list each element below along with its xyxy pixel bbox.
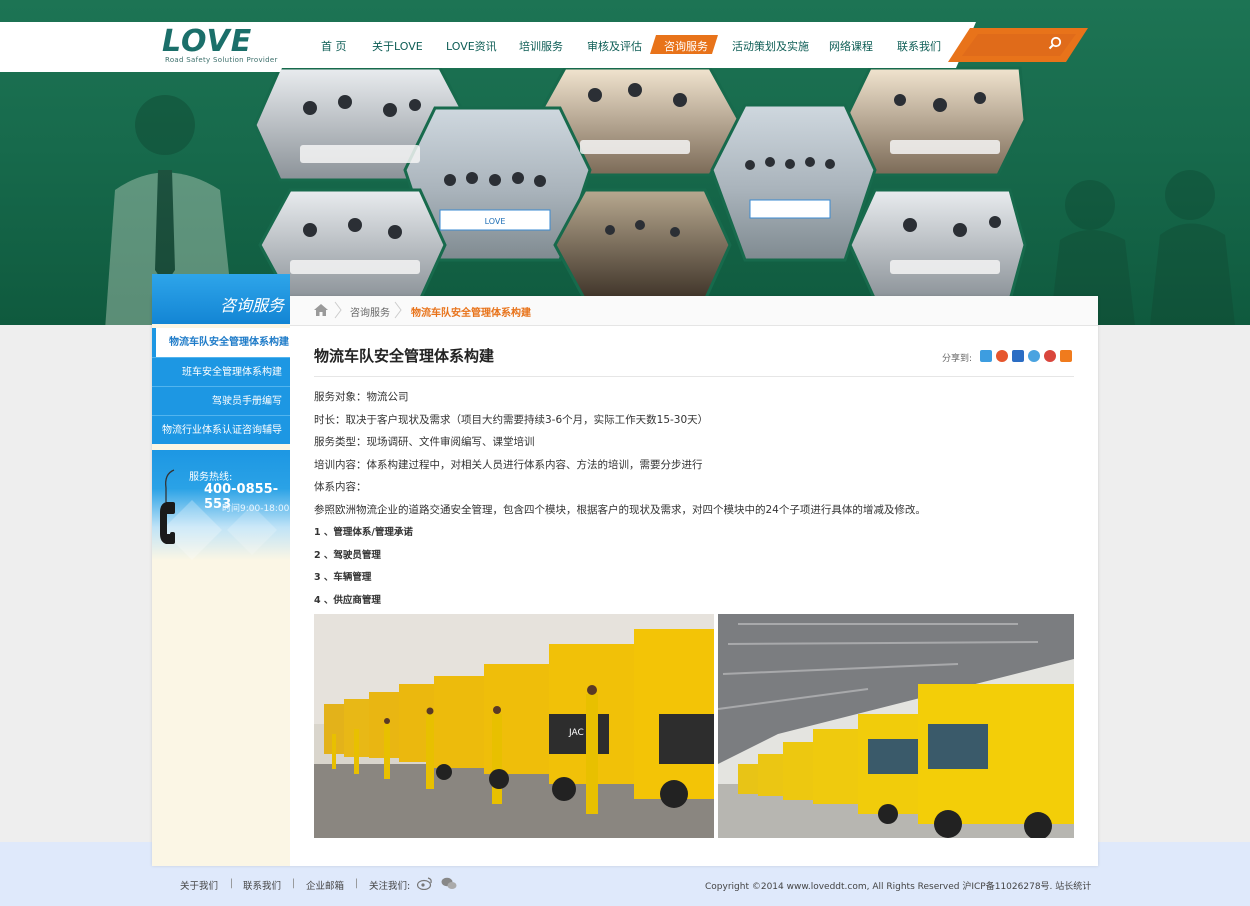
sidebar: 咨询服务 物流车队安全管理体系构建 班车安全管理体系构建 驾驶员手册编写 物流行… xyxy=(152,274,290,866)
system-content-heading: 体系内容： xyxy=(314,481,367,493)
tencent-share-icon[interactable] xyxy=(1028,350,1040,362)
sidebar-item-shuttle-bus[interactable]: 班车安全管理体系构建 xyxy=(152,357,290,386)
logo-panel xyxy=(0,22,305,72)
chevron-right-icon xyxy=(394,301,402,319)
service-type: 服务类型：现场调研、文件审阅编写、课堂培训 xyxy=(314,436,535,448)
nav-consulting[interactable]: 咨询服务 xyxy=(664,38,708,54)
system-description: 参照欧洲物流企业的道路交通安全管理，包含四个模块，根据客户的现状及需求，对四个模… xyxy=(314,504,926,516)
nav-training[interactable]: 培训服务 xyxy=(519,38,563,54)
hotline-label: 服务热线: xyxy=(189,472,233,483)
wechat-icon[interactable] xyxy=(441,877,457,890)
nav-news[interactable]: LOVE资讯 xyxy=(446,38,497,54)
renren-share-icon[interactable] xyxy=(1012,350,1024,362)
nav-audit[interactable]: 审核及评估 xyxy=(587,38,642,54)
kaixin-share-icon[interactable] xyxy=(1044,350,1056,362)
module-item: 4 、供应商管理 xyxy=(314,595,381,606)
training-content: 培训内容：体系构建过程中，对相关人员进行体系内容、方法的培训，需要分步进行 xyxy=(314,459,703,471)
nav-about[interactable]: 关于LOVE xyxy=(372,38,423,54)
footer-link-about[interactable]: 关于我们 xyxy=(180,878,218,892)
truck-badge: JAC xyxy=(568,728,584,738)
sidebar-menu: 物流车队安全管理体系构建 班车安全管理体系构建 驾驶员手册编写 物流行业体系认证… xyxy=(152,328,290,444)
footer-separator: | xyxy=(230,878,234,889)
more-share-icon[interactable] xyxy=(1060,350,1072,362)
footer-follow-label: 关注我们: xyxy=(369,881,411,892)
module-item: 2 、驾驶员管理 xyxy=(314,550,381,561)
top-navigation: LOVE Road Safety Solution Provider 首 页 关… xyxy=(0,22,1090,72)
banner-sign-text: LOVE xyxy=(485,217,506,226)
breadcrumb: 咨询服务 物流车队安全管理体系构建 xyxy=(290,296,1098,326)
footer-separator: | xyxy=(292,878,296,889)
sidebar-title: 咨询服务 xyxy=(219,296,284,315)
footer-separator: | xyxy=(355,878,359,889)
trucks-depot-photo xyxy=(718,614,1074,838)
logo[interactable]: LOVE xyxy=(162,24,252,59)
title-divider xyxy=(314,376,1074,377)
main-menu: 首 页 关于LOVE LOVE资讯 培训服务 审核及评估 咨询服务 活动策划及实… xyxy=(298,22,978,68)
nav-contact[interactable]: 联系我们 xyxy=(897,38,941,54)
weibo-share-icon[interactable] xyxy=(996,350,1008,362)
hotline-hours: 时间9:00-18:00 xyxy=(222,504,290,514)
weibo-icon[interactable] xyxy=(417,877,433,890)
trucks-lineup-photo: JAC xyxy=(314,614,714,838)
chevron-right-icon xyxy=(334,301,342,319)
sidebar-item-certification[interactable]: 物流行业体系认证咨询辅导 xyxy=(152,415,290,444)
nav-home[interactable]: 首 页 xyxy=(321,38,347,54)
qzone-share-icon[interactable] xyxy=(980,350,992,362)
breadcrumb-parent[interactable]: 咨询服务 xyxy=(350,304,390,319)
search-box[interactable] xyxy=(948,28,1088,62)
banner-photo-collage: LOVE xyxy=(253,66,1027,302)
sidebar-header: 咨询服务 xyxy=(152,274,290,324)
search-icon[interactable] xyxy=(1048,36,1062,50)
footer-link-email[interactable]: 企业邮箱 xyxy=(306,878,344,892)
sidebar-item-driver-handbook[interactable]: 驾驶员手册编写 xyxy=(152,386,290,415)
breadcrumb-current: 物流车队安全管理体系构建 xyxy=(411,308,531,319)
page-title: 物流车队安全管理体系构建 xyxy=(314,347,495,365)
share-label: 分享到: xyxy=(942,354,973,364)
hotline-box: 服务热线: 400-0855-553 时间9:00-18:00 xyxy=(152,450,290,560)
nav-events[interactable]: 活动策划及实施 xyxy=(732,38,809,54)
service-duration: 时长：取决于客户现状及需求（项目大约需要持续3-6个月，实际工作天数15-30天… xyxy=(314,414,709,426)
module-item: 1 、管理体系/管理承诺 xyxy=(314,527,413,538)
copyright: Copyright ©2014 www.loveddt.com, All Rig… xyxy=(705,882,1092,892)
module-item: 3 、车辆管理 xyxy=(314,572,372,583)
logo-tagline: Road Safety Solution Provider xyxy=(165,56,278,64)
service-target: 服务对象：物流公司 xyxy=(314,391,409,403)
footer-link-contact[interactable]: 联系我们 xyxy=(243,878,281,892)
home-icon[interactable] xyxy=(314,304,328,316)
telephone-icon xyxy=(160,469,175,544)
sidebar-item-logistics-fleet[interactable]: 物流车队安全管理体系构建 xyxy=(152,328,290,357)
nav-courses[interactable]: 网络课程 xyxy=(829,38,873,54)
